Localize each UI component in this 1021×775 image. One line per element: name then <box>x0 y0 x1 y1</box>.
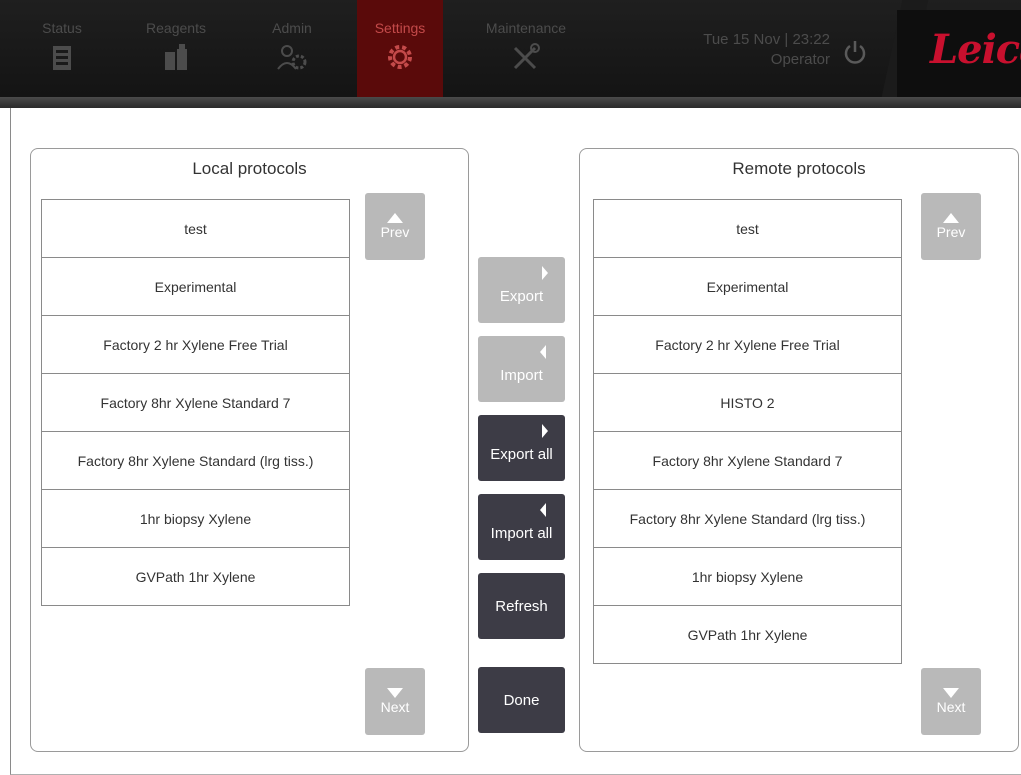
arrow-down-icon <box>943 688 959 698</box>
export-all-label: Export all <box>490 445 553 463</box>
remote-protocol-item[interactable]: Factory 8hr Xylene Standard 7 <box>594 432 901 490</box>
tab-admin[interactable]: Admin <box>252 0 332 97</box>
remote-protocol-item[interactable]: Factory 2 hr Xylene Free Trial <box>594 316 901 374</box>
import-label: Import <box>500 366 543 384</box>
power-icon[interactable] <box>840 38 870 68</box>
remote-protocol-list: test Experimental Factory 2 hr Xylene Fr… <box>593 199 902 664</box>
status-info: Tue 15 Nov | 23:22 Operator <box>640 30 830 70</box>
admin-icon <box>277 45 307 70</box>
remote-protocols-panel: Remote protocols test Experimental Facto… <box>579 148 1019 752</box>
remote-next-button[interactable]: Next <box>921 668 981 735</box>
remote-prev-label: Prev <box>936 224 966 240</box>
local-protocols-title: Local protocols <box>192 159 307 178</box>
tab-maintenance-label: Maintenance <box>485 20 567 36</box>
local-protocol-item[interactable]: Factory 8hr Xylene Standard 7 <box>42 374 349 432</box>
done-button[interactable]: Done <box>478 667 565 733</box>
local-protocol-item[interactable]: Factory 2 hr Xylene Free Trial <box>42 316 349 374</box>
done-label: Done <box>503 691 540 709</box>
local-next-button[interactable]: Next <box>365 668 425 735</box>
remote-protocol-item[interactable]: HISTO 2 <box>594 374 901 432</box>
local-protocol-item[interactable]: Experimental <box>42 258 349 316</box>
export-label: Export <box>499 287 544 305</box>
tab-status-label: Status <box>42 20 82 36</box>
datetime-text: Tue 15 Nov | 23:22 <box>703 31 830 48</box>
remote-prev-button[interactable]: Prev <box>921 193 981 260</box>
remote-protocol-item[interactable]: test <box>594 200 901 258</box>
local-protocol-item[interactable]: GVPath 1hr Xylene <box>42 548 349 606</box>
arrow-up-icon <box>387 213 403 223</box>
status-icon <box>53 46 71 70</box>
maintenance-icon <box>513 43 540 70</box>
tab-reagents-label: Reagents <box>146 20 206 36</box>
import-all-button[interactable]: Import all <box>478 494 565 560</box>
arrow-up-icon <box>943 213 959 223</box>
tab-status[interactable]: Status <box>22 0 102 97</box>
remote-protocol-item[interactable]: GVPath 1hr Xylene <box>594 606 901 664</box>
reagents-icon <box>165 44 187 70</box>
import-button[interactable]: Import <box>478 336 565 402</box>
local-protocol-item[interactable]: Factory 8hr Xylene Standard (lrg tiss.) <box>42 432 349 490</box>
remote-protocols-title: Remote protocols <box>732 159 866 178</box>
tab-admin-label: Admin <box>272 20 312 36</box>
tab-maintenance[interactable]: Maintenance <box>472 0 580 97</box>
arrow-left-icon <box>540 503 546 517</box>
arrow-right-icon <box>542 424 548 438</box>
local-protocol-item[interactable]: test <box>42 200 349 258</box>
user-text: Operator <box>770 51 830 68</box>
top-bar-strip <box>0 97 1021 108</box>
remote-protocol-item[interactable]: Experimental <box>594 258 901 316</box>
local-prev-button[interactable]: Prev <box>365 193 425 260</box>
tab-settings[interactable]: Settings <box>357 0 443 97</box>
local-prev-label: Prev <box>380 224 410 240</box>
local-protocols-panel: Local protocols test Experimental Factor… <box>30 148 469 752</box>
brand-logo: Leica <box>930 26 1021 73</box>
refresh-label: Refresh <box>495 597 548 615</box>
tab-settings-label: Settings <box>374 20 426 36</box>
export-all-button[interactable]: Export all <box>478 415 565 481</box>
refresh-button[interactable]: Refresh <box>478 573 565 639</box>
arrow-left-icon <box>540 345 546 359</box>
remote-protocol-item[interactable]: 1hr biopsy Xylene <box>594 548 901 606</box>
settings-icon <box>388 45 412 69</box>
remote-next-label: Next <box>936 699 966 715</box>
remote-protocol-item[interactable]: Factory 8hr Xylene Standard (lrg tiss.) <box>594 490 901 548</box>
local-protocol-item[interactable]: 1hr biopsy Xylene <box>42 490 349 548</box>
tab-reagents[interactable]: Reagents <box>128 0 224 97</box>
local-next-label: Next <box>380 699 410 715</box>
import-all-label: Import all <box>490 524 553 542</box>
local-protocol-list: test Experimental Factory 2 hr Xylene Fr… <box>41 199 350 606</box>
arrow-right-icon <box>542 266 548 280</box>
arrow-down-icon <box>387 688 403 698</box>
export-button[interactable]: Export <box>478 257 565 323</box>
